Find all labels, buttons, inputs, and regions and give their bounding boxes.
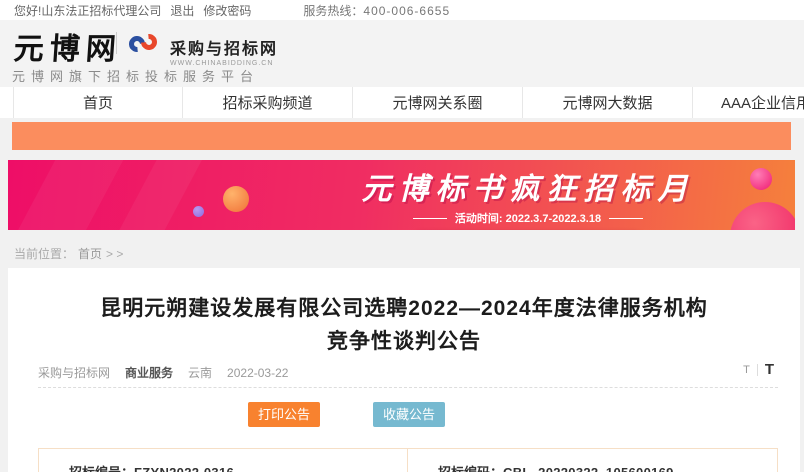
nav-item-aaa-credit[interactable]: AAA企业信用 — [693, 87, 804, 118]
user-greeting: 您好!山东法正招标代理公司 — [14, 2, 161, 19]
brand-block: 采购与招标网 WWW.CHINABIDDING.CN — [170, 35, 278, 67]
change-password-link[interactable]: 修改密码 — [203, 2, 251, 19]
site-logo[interactable]: 元博网 — [12, 24, 123, 68]
hotline: 服务热线：400-006-6655 — [303, 2, 450, 19]
bid-code-value: CBL_20220322_105600169 — [503, 465, 674, 472]
nav-item-bigdata[interactable]: 元博网大数据 — [523, 87, 693, 118]
nav-item-relations[interactable]: 元博网关系圈 — [353, 87, 523, 118]
deco-circle-pink-large — [730, 202, 795, 230]
nav-item-bid-channel[interactable]: 招标采购频道 — [183, 87, 353, 118]
hotline-label: 服务热线： — [303, 4, 363, 18]
meta-region[interactable]: 云南 — [188, 364, 212, 381]
deco-circle-pink-small — [750, 168, 772, 190]
banner-content: 元博标书疯狂招标月 活动时间: 2022.3.7-2022.3.18 ///多重… — [323, 164, 733, 230]
brand-logo-icon — [129, 34, 159, 56]
banner-time-line — [609, 218, 643, 219]
meta-source: 采购与招标网 — [38, 364, 110, 381]
font-larger-button[interactable]: T — [765, 361, 774, 378]
banner-title: 元博标书疯狂招标月 — [323, 164, 733, 208]
article-meta: 采购与招标网 商业服务 云南 2022-03-22 — [38, 364, 303, 381]
hotline-number: 400-006-6655 — [363, 4, 450, 18]
meta-date: 2022-03-22 — [227, 366, 288, 380]
banner-time: 活动时间: 2022.3.7-2022.3.18 — [323, 210, 733, 226]
title-line-1: 昆明元朔建设发展有限公司选聘2022—2024年度法律服务机构 — [8, 292, 800, 325]
favorite-announcement-button[interactable]: 收藏公告 — [373, 402, 445, 427]
main-nav: 首页 招标采购频道 元博网关系圈 元博网大数据 AAA企业信用 — [0, 87, 804, 118]
orange-strip — [12, 122, 791, 150]
breadcrumb: 当前位置： 首页 > > — [14, 245, 123, 262]
deco-circle-orange — [223, 186, 249, 212]
print-announcement-button[interactable]: 打印公告 — [248, 402, 320, 427]
bid-info-table: 招标编号：FZYN2022-0316 招标编码：CBL_20220322_105… — [38, 448, 778, 472]
banner-streak — [103, 160, 213, 230]
promo-banner[interactable]: 元博标书疯狂招标月 活动时间: 2022.3.7-2022.3.18 ///多重… — [8, 160, 795, 230]
deco-circle-purple — [193, 206, 204, 217]
bid-code-cell: 招标编码：CBL_20220322_105600169 — [407, 449, 777, 472]
font-control-divider — [757, 364, 758, 376]
top-bar: 您好!山东法正招标代理公司 退出 修改密码 服务热线：400-006-6655 — [0, 0, 804, 20]
brand-name: 采购与招标网 — [170, 35, 278, 59]
breadcrumb-home-link[interactable]: 首页 — [78, 247, 102, 261]
breadcrumb-separators: > > — [106, 247, 123, 261]
bid-number-label: 招标编号： — [69, 465, 134, 472]
title-line-2: 竞争性谈判公告 — [8, 325, 800, 358]
banner-streak — [9, 160, 128, 230]
bid-code-label: 招标编码： — [438, 465, 503, 472]
bid-number-value: FZYN2022-0316 — [134, 465, 234, 472]
meta-divider — [38, 387, 778, 388]
font-size-control: T T — [743, 361, 774, 378]
page: 您好!山东法正招标代理公司 退出 修改密码 服务热线：400-006-6655 … — [0, 0, 804, 472]
banner-time-line — [413, 218, 447, 219]
nav-item-home[interactable]: 首页 — [13, 87, 183, 118]
bid-number-cell: 招标编号：FZYN2022-0316 — [39, 449, 407, 472]
logo-divider — [116, 32, 117, 54]
article-card: 昆明元朔建设发展有限公司选聘2022—2024年度法律服务机构 竞争性谈判公告 … — [8, 268, 800, 472]
font-smaller-button[interactable]: T — [743, 364, 750, 376]
logout-link[interactable]: 退出 — [170, 2, 194, 19]
page-title: 昆明元朔建设发展有限公司选聘2022—2024年度法律服务机构 竞争性谈判公告 — [8, 268, 800, 358]
breadcrumb-label: 当前位置： — [14, 247, 74, 261]
meta-category[interactable]: 商业服务 — [125, 364, 173, 381]
site-tagline: 元博网旗下招标投标服务平台 — [12, 66, 259, 85]
banner-time-text: 活动时间: 2022.3.7-2022.3.18 — [455, 210, 601, 226]
site-header: 元博网 采购与招标网 WWW.CHINABIDDING.CN 元博网旗下招标投标… — [0, 20, 804, 87]
